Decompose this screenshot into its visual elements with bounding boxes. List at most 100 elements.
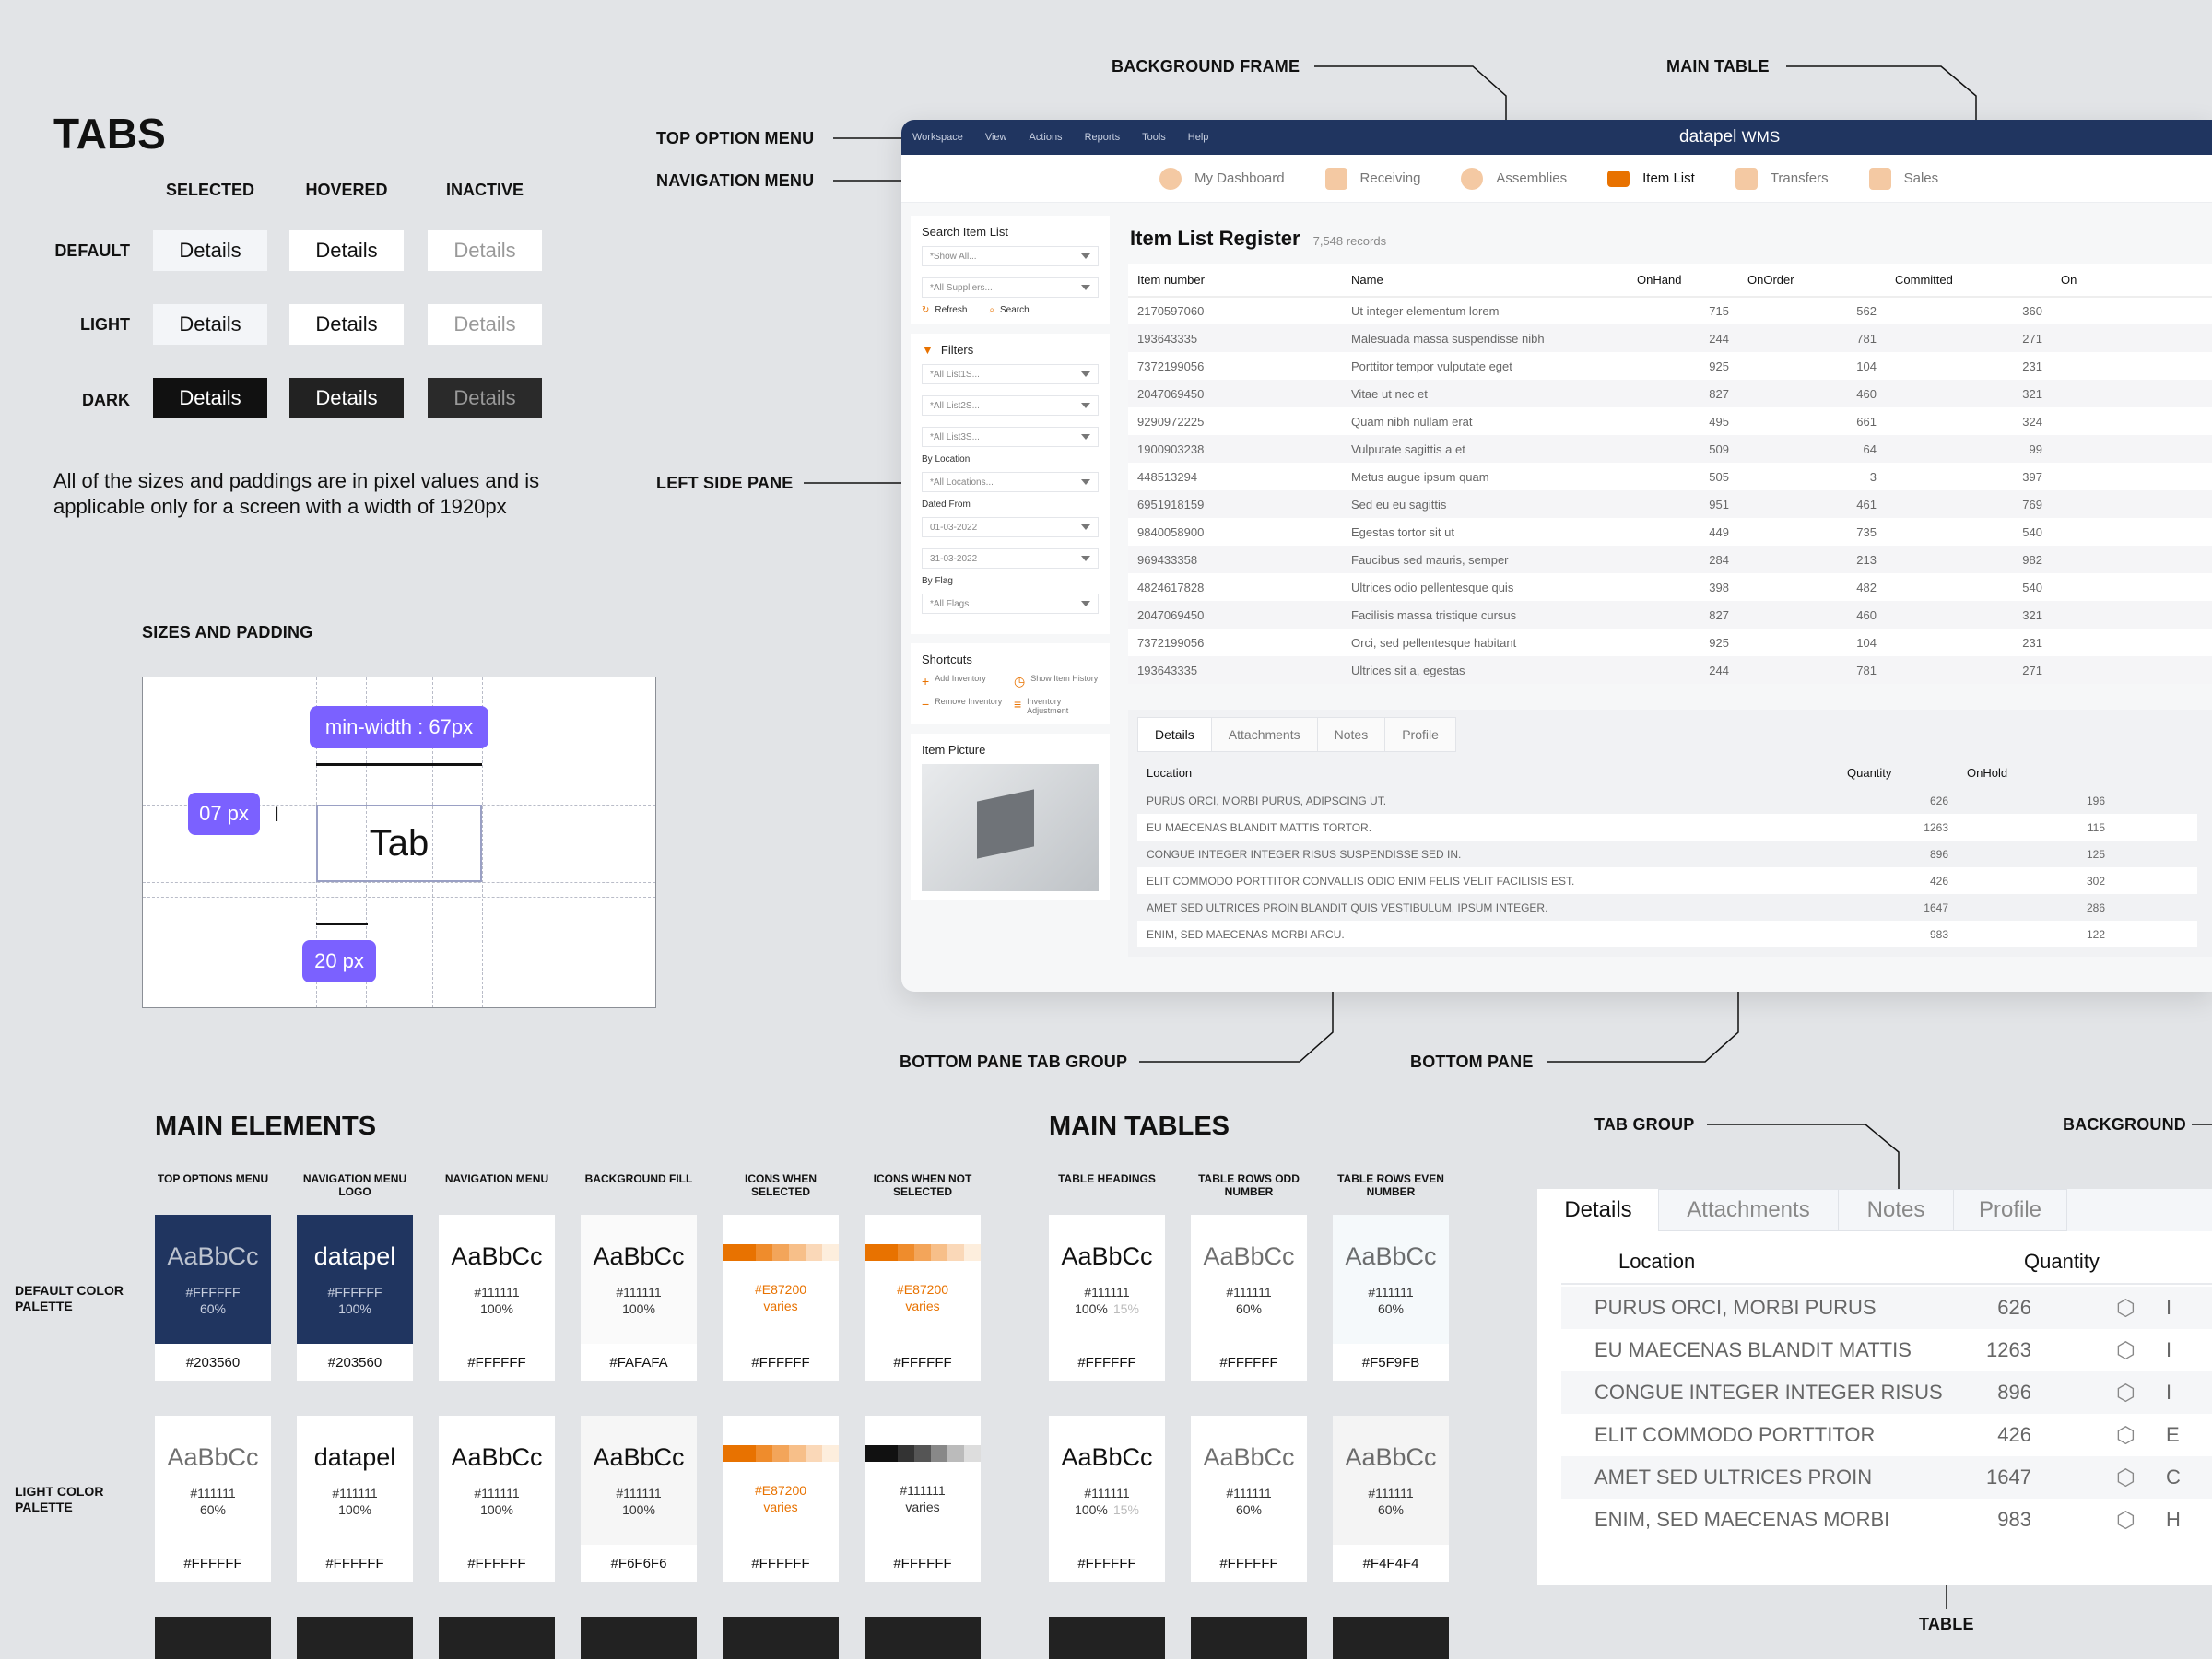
col-location[interactable]: Location (1137, 758, 1838, 787)
table-row[interactable]: 969433358 Faucibus sed mauris, semper 284 2… (1128, 546, 2212, 573)
table-cell (2052, 573, 2212, 601)
table-cell: 4824617828 (1137, 580, 1205, 594)
shortcut-label: Show Item History (1030, 674, 1099, 683)
col-onhand[interactable]: OnHand (1628, 264, 1738, 298)
table-cell (2052, 380, 2212, 407)
bottom-table-row[interactable]: PURUS ORCI, MORBI PURUS, ADIPSCING UT. 62… (1137, 787, 2197, 814)
sample-location: AMET SED ULTRICES PROIN (1594, 1465, 1873, 1488)
nav-sales[interactable]: Sales (1868, 167, 1938, 190)
nav-transfers[interactable]: Transfers (1735, 167, 1829, 190)
date-from-picker[interactable]: 01-03-2022 (922, 517, 1099, 537)
bottom-tab-profile[interactable]: Profile (1384, 717, 1456, 752)
show-all-select[interactable]: *Show All... (922, 246, 1099, 266)
table-row[interactable]: 2170597060 Ut integer elementum lorem 715 5… (1128, 297, 2212, 324)
table-cell: 2047069450 (1128, 601, 1342, 629)
sample-tab-details[interactable]: Details (1537, 1189, 1659, 1231)
table-cell: 193643335 (1128, 324, 1342, 352)
table-row[interactable]: 9290972225 Quam nibh nullam erat 495 661 324 (1128, 407, 2212, 435)
box-icon[interactable]: ⬡ (2116, 1337, 2136, 1364)
bottom-table-row[interactable]: ENIM, SED MAECENAS MORBI ARCU. 983 122 (1137, 921, 2197, 947)
swatch-values: #111111 60% (190, 1485, 235, 1518)
col-onorder[interactable]: OnOrder (1738, 264, 1886, 298)
bottom-tab-details[interactable]: Details (1137, 717, 1212, 752)
sample-row[interactable]: CONGUE INTEGER INTEGER RISUS 896 ⬡ I (1561, 1371, 2212, 1414)
sample-tab-profile[interactable]: Profile (1953, 1189, 2067, 1231)
sample-row[interactable]: EU MAECENAS BLANDIT MATTIS 1263 ⬡ I (1561, 1329, 2212, 1371)
bottom-table-row[interactable]: CONGUE INTEGER INTEGER RISUS SUSPENDISSE… (1137, 841, 2197, 867)
sample-row[interactable]: PURUS ORCI, MORBI PURUS 626 ⬡ I (1561, 1287, 2212, 1329)
bottom-table-row[interactable]: AMET SED ULTRICES PROIN BLANDIT QUIS VES… (1137, 894, 2197, 921)
sample-row[interactable]: ENIM, SED MAECENAS MORBI 983 ⬡ H (1561, 1499, 2212, 1541)
inventory-adjust-shortcut[interactable]: ≡ Inventory Adjustment (1014, 697, 1099, 715)
item-picture-title: Item Picture (922, 743, 986, 757)
search-title: Search Item List (922, 225, 1008, 239)
menu-help[interactable]: Help (1188, 132, 1209, 143)
table-row[interactable]: 7372199056 Orci, sed pellentesque habitan… (1128, 629, 2212, 656)
bottom-tab-attachments[interactable]: Attachments (1210, 717, 1318, 752)
table-row[interactable]: 2047069450 Facilisis massa tristique curs… (1128, 601, 2212, 629)
swatch-opacity: 60% (199, 1501, 227, 1517)
item-history-shortcut[interactable]: ◷ Show Item History (1014, 674, 1099, 689)
dashboard-icon (1159, 167, 1182, 190)
menu-tools[interactable]: Tools (1142, 132, 1166, 143)
bottom-tab-notes[interactable]: Notes (1316, 717, 1386, 752)
table-cell: 271 (1886, 656, 2052, 684)
col-name[interactable]: Name (1342, 264, 1628, 298)
list1-select[interactable]: *All List1S... (922, 364, 1099, 384)
nav-assemblies[interactable]: Assemblies (1461, 167, 1567, 190)
box-icon[interactable]: ⬡ (2116, 1295, 2136, 1322)
sample-row[interactable]: ELIT COMMODO PORTTITOR 426 ⬡ E (1561, 1414, 2212, 1456)
suppliers-select[interactable]: *All Suppliers... (922, 277, 1099, 298)
table-row[interactable]: 448513294 Metus augue ipsum quam 505 3 397 (1128, 463, 2212, 490)
menu-reports[interactable]: Reports (1085, 132, 1121, 143)
flag-select[interactable]: *All Flags (922, 594, 1099, 614)
col-quantity[interactable]: Quantity (1838, 758, 1958, 787)
swatch-background: #FFFFFF (1077, 1555, 1136, 1571)
bottom-table-row[interactable]: ELIT COMMODO PORTTITOR CONVALLIS ODIO EN… (1137, 867, 2197, 894)
nav-my-dashboard[interactable]: My Dashboard (1159, 167, 1285, 190)
sample-tab-notes[interactable]: Notes (1838, 1189, 1954, 1231)
remove-inventory-shortcut[interactable]: − Remove Inventory (922, 697, 1006, 715)
table-row[interactable]: 2047069450 Vitae ut nec et 827 460 321 (1128, 380, 2212, 407)
default-palette-label: DEFAULT COLOR PALETTE (15, 1283, 124, 1313)
nav-item-list[interactable]: Item List (1607, 170, 1695, 187)
col-on[interactable]: On (2052, 264, 2212, 298)
menu-workspace[interactable]: Workspace (912, 132, 963, 143)
box-icon[interactable]: ⬡ (2116, 1465, 2136, 1491)
box-icon[interactable]: ⬡ (2116, 1380, 2136, 1406)
swatch-opacity: 100% (338, 1300, 371, 1316)
nav-receiving[interactable]: Receiving (1324, 167, 1421, 190)
sample-quantity: 426 (1997, 1423, 2031, 1446)
swatch-opacity: 60% (1377, 1501, 1405, 1517)
refresh-button[interactable]: Refresh (935, 305, 967, 315)
col-item-number[interactable]: Item number (1128, 264, 1342, 298)
table-cell: 398 (1709, 580, 1729, 594)
table-row[interactable]: 193643335 Ultrices sit a, egestas 244 781 27… (1128, 656, 2212, 684)
search-button[interactable]: Search (1000, 305, 1030, 315)
add-inventory-shortcut[interactable]: + Add Inventory (922, 674, 1006, 689)
table-row[interactable]: 9840058900 Egestas tortor sit ut 449 735 540 (1128, 518, 2212, 546)
sample-row[interactable]: AMET SED ULTRICES PROIN 1647 ⬡ C (1561, 1456, 2212, 1499)
table-row[interactable]: 7372199056 Porttitor tempor vulputate ege… (1128, 352, 2212, 380)
nav-label: Receiving (1359, 171, 1421, 186)
table-row[interactable]: 6951918159 Sed eu eu sagittis 951 461 769 (1128, 490, 2212, 518)
list3-select[interactable]: *All List3S... (922, 427, 1099, 447)
location-select[interactable]: *All Locations... (922, 472, 1099, 492)
menu-view[interactable]: View (985, 132, 1007, 143)
col-onhold[interactable]: OnHold (1958, 758, 2114, 787)
table-row[interactable]: 193643335 Malesuada massa suspendisse nib… (1128, 324, 2212, 352)
bottom-table-row[interactable]: EU MAECENAS BLANDIT MATTIS TORTOR. 1263 11… (1137, 814, 2197, 841)
swatch-sample: AaBbCc (1345, 1241, 1437, 1270)
col-committed[interactable]: Committed (1886, 264, 2052, 298)
date-to-picker[interactable]: 31-03-2022 (922, 548, 1099, 569)
table-row[interactable]: 1900903238 Vulputate sagittis a et 509 64 99 (1128, 435, 2212, 463)
box-icon[interactable]: ⬡ (2116, 1507, 2136, 1534)
menu-actions[interactable]: Actions (1029, 132, 1062, 143)
sample-location: ENIM, SED MAECENAS MORBI (1594, 1508, 1890, 1531)
box-icon[interactable]: ⬡ (2116, 1422, 2136, 1449)
list2-select[interactable]: *All List2S... (922, 395, 1099, 416)
dark-swatch (1191, 1617, 1307, 1659)
sample-tab-attachments[interactable]: Attachments (1658, 1189, 1839, 1231)
swatch-color: #111111 (900, 1483, 946, 1498)
table-row[interactable]: 4824617828 Ultrices odio pellentesque qui… (1128, 573, 2212, 601)
